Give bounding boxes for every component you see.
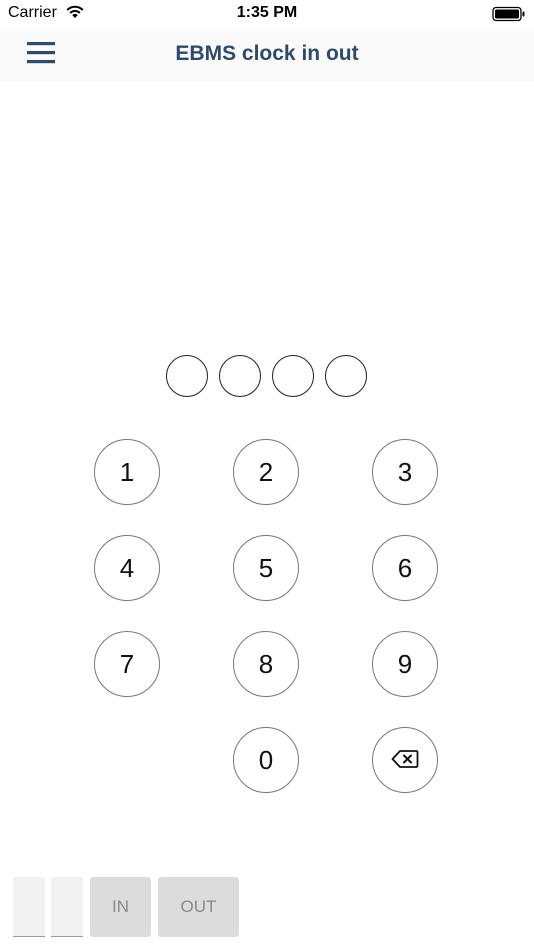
bottom-input-field-1[interactable] (13, 877, 45, 937)
keypad-key-1[interactable]: 1 (94, 439, 160, 505)
keypad-key-5[interactable]: 5 (233, 535, 299, 601)
keypad-key-3[interactable]: 3 (372, 439, 438, 505)
status-time: 1:35 PM (236, 4, 298, 21)
keypad-key-6[interactable]: 6 (372, 535, 438, 601)
pin-indicator (165, 355, 369, 399)
keypad-key-7[interactable]: 7 (94, 631, 160, 697)
keypad-key-0[interactable]: 0 (233, 727, 299, 793)
pin-dot (272, 355, 314, 397)
clock-out-button[interactable]: OUT (158, 877, 239, 937)
bottom-input-field-2[interactable] (51, 877, 83, 937)
pin-dot (325, 355, 367, 397)
nav-bar: EBMS clock in out (0, 28, 534, 82)
keypad-key-9[interactable]: 9 (372, 631, 438, 697)
keypad-key-4[interactable]: 4 (94, 535, 160, 601)
backspace-icon (391, 745, 419, 776)
pin-dot (219, 355, 261, 397)
keypad-key-2[interactable]: 2 (233, 439, 299, 505)
keypad-key-8[interactable]: 8 (233, 631, 299, 697)
pin-dot (166, 355, 208, 397)
page-title: EBMS clock in out (175, 42, 359, 65)
battery-icon (492, 6, 526, 27)
backspace-button[interactable] (372, 727, 438, 793)
status-bar: Carrier 1:35 PM (0, 0, 534, 28)
clock-in-button[interactable]: IN (90, 877, 151, 937)
